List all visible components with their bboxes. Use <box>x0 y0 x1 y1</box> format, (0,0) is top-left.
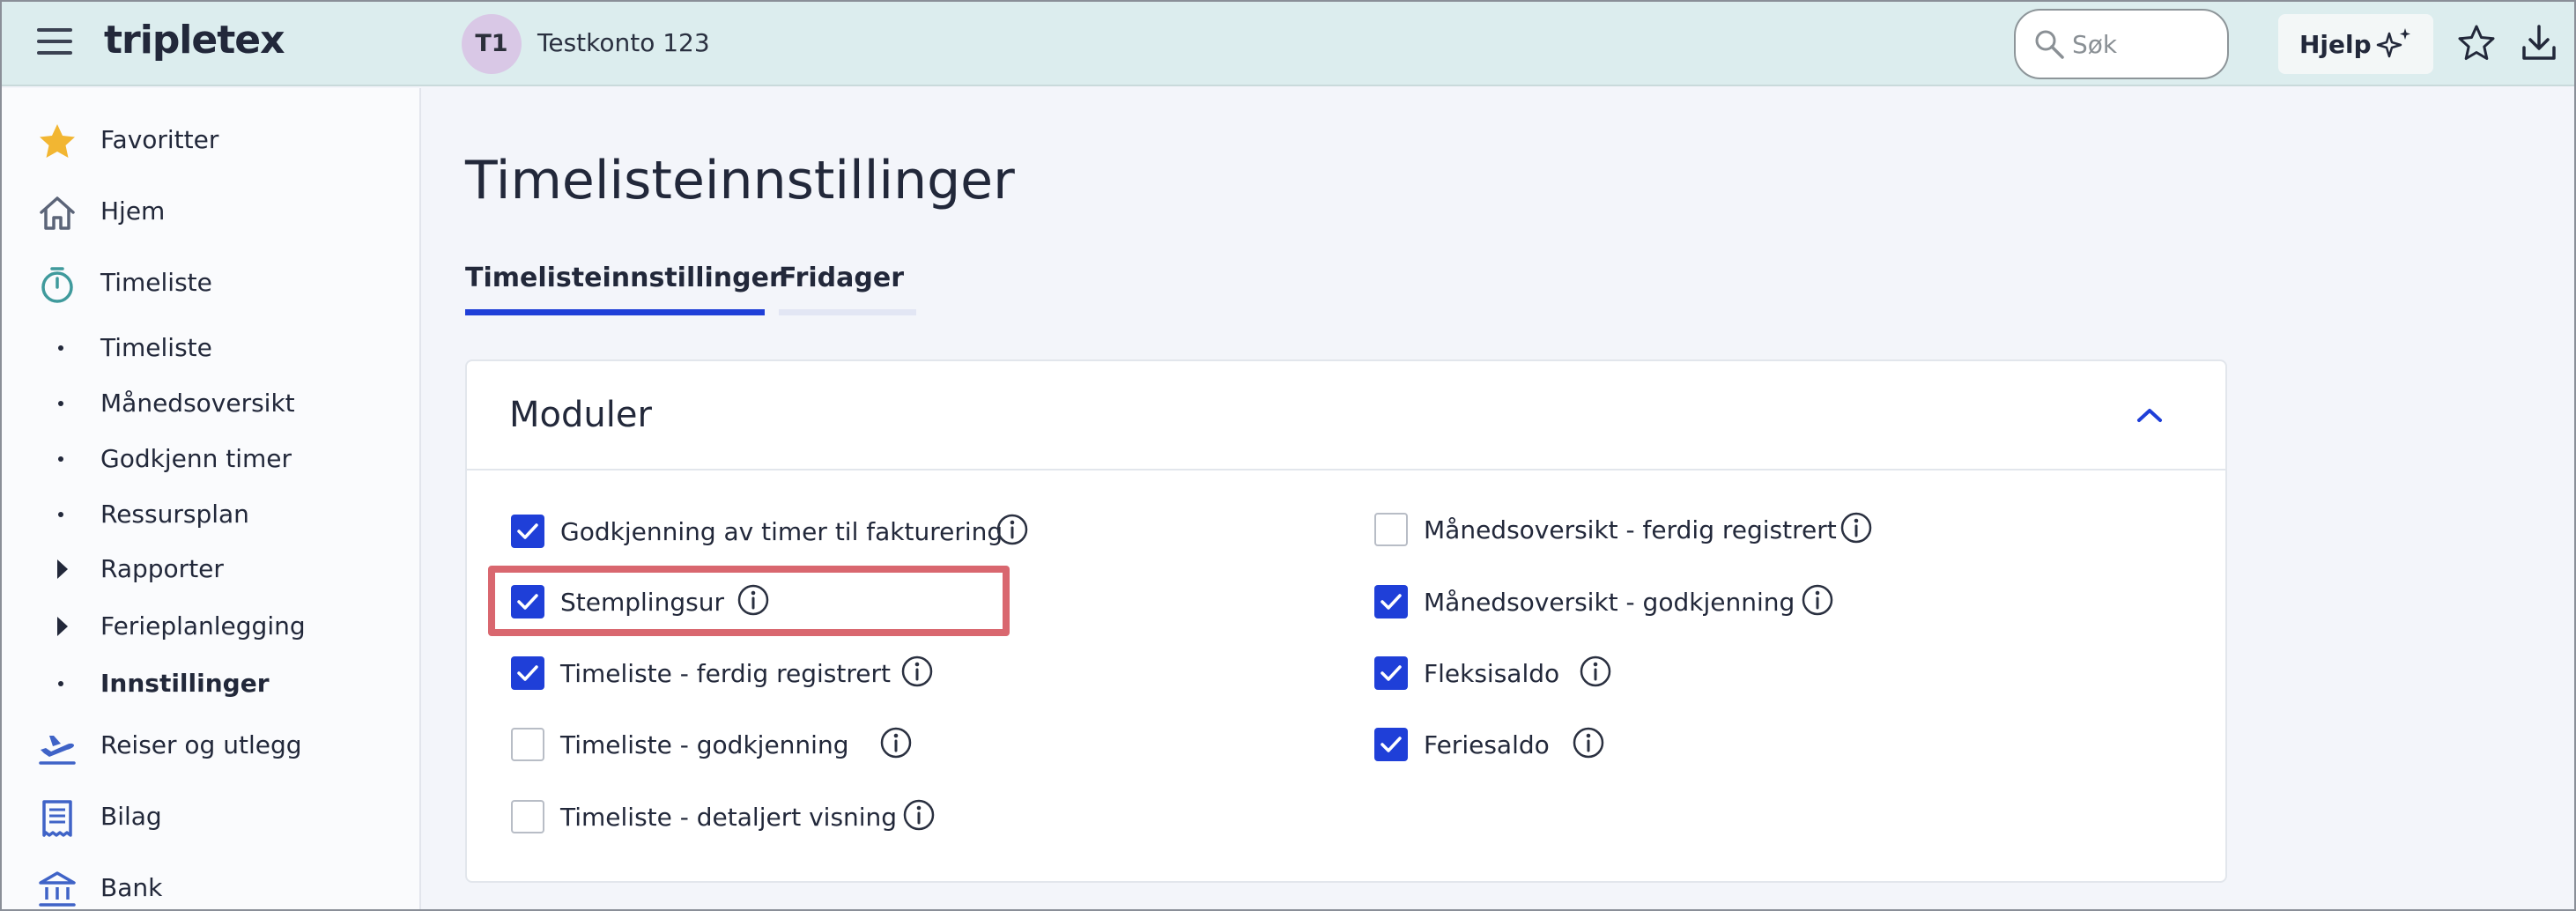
sidebar-subitem-ferieplanlegging[interactable]: Ferieplanlegging <box>2 599 421 652</box>
option-feriesaldo[interactable]: Feriesaldo <box>1374 719 1656 768</box>
sidebar-subitem-innstillinger[interactable]: Innstillinger <box>2 656 421 709</box>
checkbox-checked[interactable] <box>511 515 544 548</box>
option-timeliste-godkjenning[interactable]: Timeliste - godkjenning <box>511 719 951 768</box>
info-icon[interactable] <box>900 655 934 688</box>
option-label: Godkjenning av timer til fakturering <box>560 517 1003 546</box>
info-icon[interactable] <box>879 726 913 759</box>
info-icon[interactable] <box>1801 583 1834 617</box>
bullet <box>58 456 63 462</box>
sidebar-item-label: Timeliste <box>100 333 212 362</box>
info-icon[interactable] <box>1839 511 1873 544</box>
checkbox-checked[interactable] <box>511 656 544 690</box>
bullet <box>58 401 63 406</box>
info-icon[interactable] <box>1572 726 1605 759</box>
checkbox-unchecked[interactable] <box>511 728 544 761</box>
sidebar-item-bilag[interactable]: Bilag <box>2 789 421 842</box>
caret-right-icon <box>57 559 68 579</box>
info-icon[interactable] <box>996 513 1029 546</box>
receipt-icon <box>42 800 72 837</box>
star-icon <box>40 124 75 158</box>
sidebar-item-favoritter[interactable]: Favoritter <box>2 113 421 166</box>
sidebar-item-label: Rapporter <box>100 554 224 583</box>
checkbox-checked[interactable] <box>1374 656 1408 690</box>
info-icon[interactable] <box>1579 655 1612 688</box>
checkbox-unchecked[interactable] <box>1374 513 1408 546</box>
favorite-star-icon[interactable] <box>2456 23 2497 63</box>
sidebar-item-label: Favoritter <box>100 125 219 154</box>
bank-icon <box>39 871 76 907</box>
option-manedsoversikt-ferdig-registrert[interactable]: Månedsoversikt - ferdig registrert <box>1374 504 1956 553</box>
sidebar: Favoritter Hjem Timeliste Timeliste Måne… <box>2 88 421 909</box>
bullet <box>58 512 63 517</box>
option-timeliste-detaljert-visning[interactable]: Timeliste - detaljert visning <box>511 791 969 841</box>
sidebar-item-label: Bilag <box>100 802 162 831</box>
option-timeliste-ferdig-registrert[interactable]: Timeliste - ferdig registrert <box>511 648 969 697</box>
card-title: Moduler <box>509 395 652 435</box>
search-icon <box>2035 30 2064 59</box>
sidebar-item-label: Innstillinger <box>100 669 270 698</box>
highlight-box <box>488 566 1010 636</box>
help-button-label: Hjelp <box>2299 29 2372 59</box>
sidebar-item-label: Ressursplan <box>100 500 249 529</box>
option-label: Månedsoversikt - godkjenning <box>1424 588 1795 617</box>
sidebar-subitem-ressursplan[interactable]: Ressursplan <box>2 487 421 540</box>
sidebar-item-bank[interactable]: Bank <box>2 861 421 911</box>
option-godkjenning-fakturering[interactable]: Godkjenning av timer til fakturering <box>511 506 1057 555</box>
checkbox-checked[interactable] <box>1374 728 1408 761</box>
page-title: Timelisteinnstillinger <box>465 150 1015 211</box>
option-manedsoversikt-godkjenning[interactable]: Månedsoversikt - godkjenning <box>1374 576 1921 626</box>
sidebar-item-timeliste[interactable]: Timeliste <box>2 256 421 308</box>
download-icon[interactable] <box>2520 23 2558 63</box>
search-box[interactable] <box>2014 9 2229 79</box>
option-label: Fleksisaldo <box>1424 659 1560 688</box>
sidebar-item-label: Månedsoversikt <box>100 389 295 418</box>
menu-icon[interactable] <box>37 28 72 60</box>
option-label: Feriesaldo <box>1424 730 1550 759</box>
top-bar: tripletex T1 Testkonto 123 Hjelp <box>2 2 2574 86</box>
option-label: Timeliste - godkjenning <box>560 730 849 759</box>
sidebar-item-label: Ferieplanlegging <box>100 611 306 641</box>
sidebar-item-reiser-og-utlegg[interactable]: Reiser og utlegg <box>2 718 421 771</box>
search-input[interactable] <box>2072 26 2213 62</box>
caret-right-icon <box>57 617 68 636</box>
sidebar-subitem-timeliste[interactable]: Timeliste <box>2 321 421 374</box>
checkbox-unchecked[interactable] <box>511 800 544 833</box>
sparkle-icon <box>2376 28 2410 58</box>
airplane-icon <box>39 736 76 765</box>
tab-timelisteinnstillinger[interactable]: Timelisteinnstillinger <box>465 263 782 315</box>
sidebar-subitem-godkjenn-timer[interactable]: Godkjenn timer <box>2 432 421 485</box>
help-button[interactable]: Hjelp <box>2278 14 2433 74</box>
option-label: Timeliste - ferdig registrert <box>560 659 891 688</box>
app-logo[interactable]: tripletex <box>104 18 285 63</box>
sidebar-item-label: Hjem <box>100 196 166 226</box>
option-label: Månedsoversikt - ferdig registrert <box>1424 515 1837 544</box>
sidebar-item-label: Reiser og utlegg <box>100 730 302 759</box>
chevron-up-icon[interactable] <box>2132 402 2167 428</box>
sidebar-item-label: Godkjenn timer <box>100 444 292 473</box>
company-name[interactable]: Testkonto 123 <box>537 28 710 57</box>
info-icon[interactable] <box>902 798 936 832</box>
home-icon <box>40 196 75 230</box>
stopwatch-icon <box>41 267 73 303</box>
sidebar-subitem-rapporter[interactable]: Rapporter <box>2 542 421 595</box>
company-avatar[interactable]: T1 <box>462 14 522 74</box>
option-fleksisaldo[interactable]: Fleksisaldo <box>1374 648 1656 697</box>
sidebar-item-label: Bank <box>100 873 163 902</box>
bullet <box>58 681 63 686</box>
option-label: Timeliste - detaljert visning <box>560 803 898 832</box>
sidebar-item-hjem[interactable]: Hjem <box>2 184 421 237</box>
sidebar-subitem-manedsoversikt[interactable]: Månedsoversikt <box>2 376 421 429</box>
checkbox-checked[interactable] <box>1374 585 1408 618</box>
tab-fridager[interactable]: Fridager <box>779 263 916 315</box>
bullet <box>58 345 63 351</box>
modules-card-header[interactable]: Moduler <box>467 361 2225 470</box>
sidebar-item-label: Timeliste <box>100 268 212 297</box>
